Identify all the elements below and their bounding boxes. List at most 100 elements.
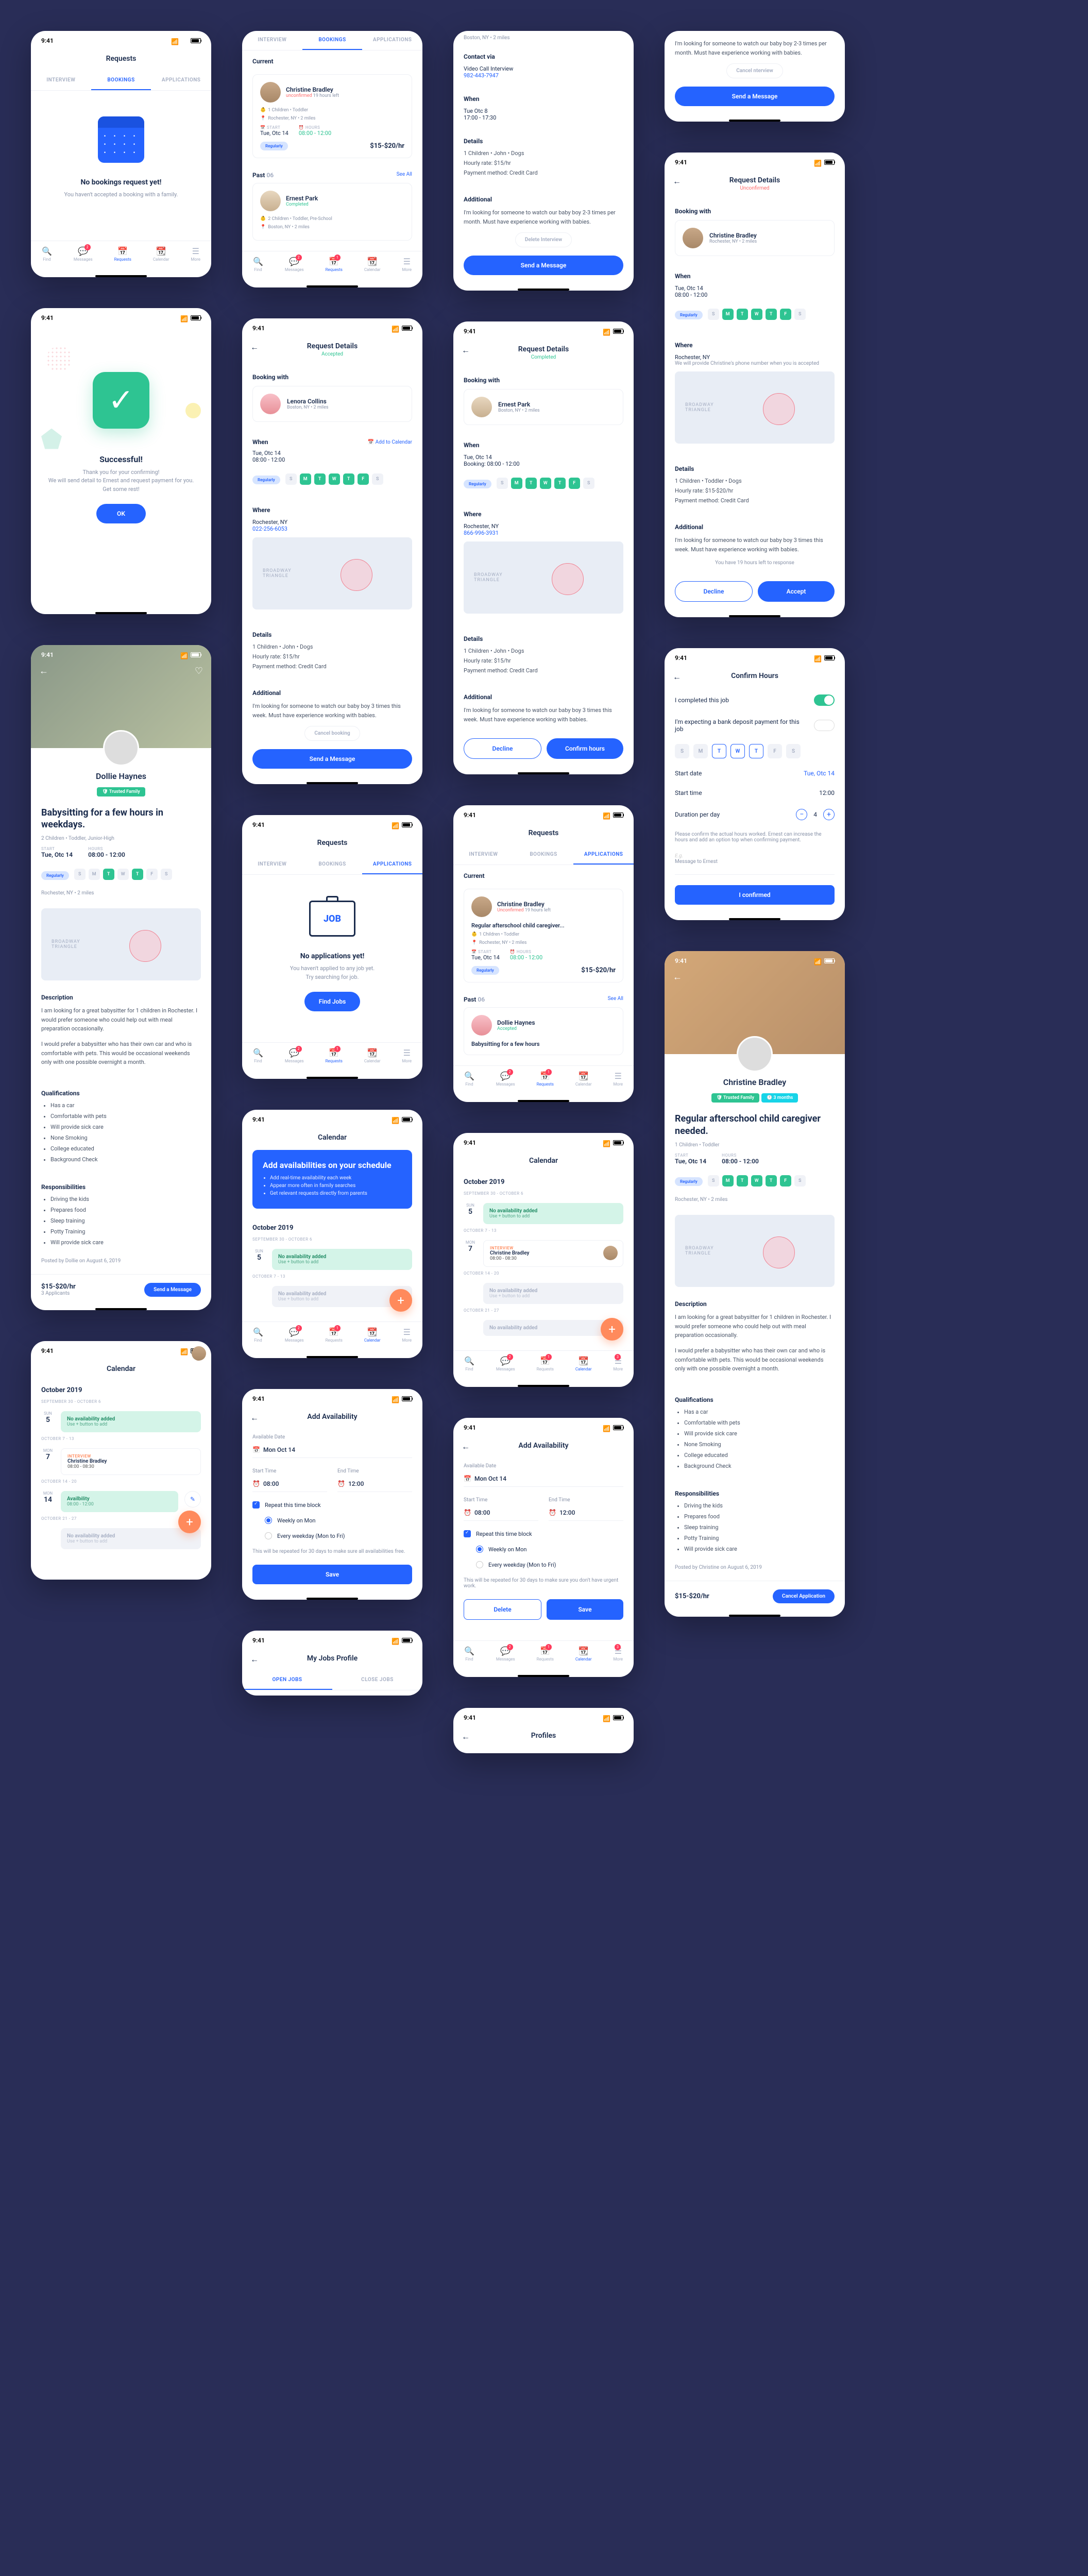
back-button[interactable]: ←: [250, 1413, 259, 1423]
nav-calendar[interactable]: 📆Calendar: [575, 1356, 592, 1371]
back-button[interactable]: ←: [673, 672, 681, 682]
nav-requests[interactable]: 📅Requests1: [537, 1646, 554, 1662]
minus-button[interactable]: −: [796, 809, 807, 820]
nav-find[interactable]: 🔍Find: [464, 1356, 474, 1371]
nav-messages[interactable]: 💬Messages2: [496, 1356, 515, 1371]
deposit-toggle[interactable]: [814, 720, 835, 731]
start-time-input[interactable]: ⏰ 08:00: [464, 1505, 538, 1521]
find-jobs-button[interactable]: Find Jobs: [304, 992, 361, 1011]
back-button[interactable]: ←: [673, 972, 682, 982]
days-selector[interactable]: SMTWTFS: [665, 739, 845, 764]
add-fab[interactable]: +: [389, 1289, 412, 1312]
date-input[interactable]: 📅 Mon Oct 14: [252, 1442, 412, 1458]
person-card[interactable]: Lenora CollinsBoston, NY • 2 miles: [252, 386, 412, 422]
nav-find[interactable]: 🔍Find: [42, 246, 52, 262]
completed-toggle[interactable]: [814, 694, 835, 706]
end-time-input[interactable]: ⏰ 12:00: [549, 1505, 623, 1521]
application-card[interactable]: Christine BradleyUnconfirmed 19 hours le…: [464, 889, 623, 982]
nav-requests[interactable]: 📅Requests1: [326, 257, 343, 272]
delete-button[interactable]: Delete: [464, 1599, 541, 1620]
send-message-button[interactable]: Send a Message: [144, 1283, 201, 1297]
nav-find[interactable]: 🔍Find: [464, 1646, 474, 1662]
nav-messages[interactable]: 💬Messages2: [285, 257, 304, 272]
decline-button[interactable]: Decline: [675, 581, 753, 602]
save-button[interactable]: Save: [252, 1565, 412, 1584]
weekly-radio[interactable]: [476, 1546, 483, 1553]
decline-button[interactable]: Decline: [464, 738, 541, 759]
see-all-link[interactable]: See All: [608, 996, 623, 1003]
person-card[interactable]: Christine BradleyRochester, NY • 2 miles: [675, 220, 835, 256]
nav-messages[interactable]: 💬Messages2: [285, 1327, 304, 1343]
tab-close-jobs[interactable]: CLOSE JOBS: [332, 1671, 422, 1690]
weekly-radio[interactable]: [265, 1517, 272, 1524]
nav-calendar[interactable]: 📆Calendar: [153, 246, 169, 262]
send-message-button[interactable]: Send a Message: [464, 256, 623, 275]
back-button[interactable]: ←: [462, 345, 470, 355]
tab-interview[interactable]: INTERVIEW: [31, 71, 91, 90]
back-button[interactable]: ←: [462, 1442, 470, 1452]
tab-applications[interactable]: APPLICATIONS: [362, 855, 422, 874]
favorite-button[interactable]: ♡: [195, 666, 203, 676]
cancel-booking-button[interactable]: Cancel booking: [304, 726, 360, 741]
nav-find[interactable]: 🔍Find: [464, 1071, 474, 1087]
back-button[interactable]: ←: [250, 1654, 259, 1665]
nav-find[interactable]: 🔍Find: [253, 1327, 263, 1343]
nav-messages[interactable]: 💬Messages2: [285, 1048, 304, 1063]
delete-interview-button[interactable]: Delete Interview: [515, 232, 572, 247]
weekday-radio[interactable]: [265, 1532, 272, 1539]
nav-more[interactable]: ☰More: [402, 1327, 412, 1343]
add-fab[interactable]: +: [178, 1511, 201, 1533]
nav-requests[interactable]: 📅Requests: [114, 246, 131, 262]
nav-requests[interactable]: 📅Requests1: [537, 1356, 554, 1371]
weekday-radio[interactable]: [476, 1561, 483, 1568]
person-card[interactable]: Ernest ParkBoston, NY • 2 miles: [464, 389, 623, 425]
nav-more[interactable]: ☰More: [402, 257, 412, 272]
nav-more[interactable]: ☰More: [614, 1071, 623, 1087]
nav-find[interactable]: 🔍Find: [253, 1048, 263, 1063]
date-input[interactable]: 📅 Mon Oct 14: [464, 1471, 623, 1487]
nav-requests[interactable]: 📅Requests1: [537, 1071, 554, 1087]
tab-applications[interactable]: APPLICATIONS: [151, 71, 211, 90]
map[interactable]: [675, 1215, 835, 1287]
accept-button[interactable]: Accept: [758, 581, 835, 602]
nav-calendar[interactable]: 📆Calendar: [575, 1071, 592, 1087]
end-time-input[interactable]: ⏰ 12:00: [337, 1476, 412, 1492]
save-button[interactable]: Save: [547, 1599, 623, 1620]
map[interactable]: [41, 908, 201, 980]
nav-calendar[interactable]: 📆Calendar: [364, 1048, 381, 1063]
nav-messages[interactable]: 💬Messages2: [496, 1646, 515, 1662]
edit-button[interactable]: ✎: [184, 1491, 201, 1507]
interview-slot[interactable]: INTERVIEW Christine Bradley 08:00 - 08:3…: [483, 1240, 623, 1267]
interview-slot[interactable]: INTERVIEW Christine Bradley 08:00 - 08:3…: [61, 1448, 201, 1475]
tab-interview[interactable]: INTERVIEW: [242, 855, 302, 874]
ok-button[interactable]: OK: [96, 504, 146, 523]
phone-link[interactable]: 866-996-3931: [464, 530, 623, 536]
availability-slot[interactable]: Availbility08:00 - 12:00: [61, 1491, 178, 1512]
send-message-button[interactable]: Send a Message: [252, 749, 412, 769]
map[interactable]: [464, 541, 623, 614]
nav-calendar[interactable]: 📆Calendar: [575, 1646, 592, 1662]
back-button[interactable]: ←: [39, 666, 48, 676]
tab-interview[interactable]: INTERVIEW: [242, 31, 302, 50]
add-to-calendar[interactable]: 📅 Add to Calendar: [368, 439, 412, 445]
tab-bookings[interactable]: BOOKINGS: [302, 31, 363, 50]
tab-open-jobs[interactable]: OPEN JOBS: [242, 1671, 332, 1690]
nav-requests[interactable]: 📅Requests1: [326, 1048, 343, 1063]
nav-messages[interactable]: 💬Messages2: [496, 1071, 515, 1087]
nav-more[interactable]: ☰More3: [614, 1646, 623, 1662]
booking-card[interactable]: Christine Bradleyunconfirmed 19 hours le…: [252, 74, 412, 158]
tab-applications[interactable]: APPLICATIONS: [573, 845, 634, 865]
back-button[interactable]: ←: [462, 1732, 470, 1742]
nav-calendar[interactable]: 📆Calendar: [364, 1327, 381, 1343]
tab-bookings[interactable]: BOOKINGS: [514, 845, 574, 865]
duration-stepper[interactable]: −4+: [796, 809, 835, 820]
nav-messages[interactable]: 💬Messages2: [74, 246, 93, 262]
repeat-checkbox[interactable]: [464, 1530, 471, 1537]
nav-more[interactable]: ☰More: [191, 246, 200, 262]
tab-bookings[interactable]: BOOKINGS: [302, 855, 363, 874]
see-all-link[interactable]: See All: [397, 172, 412, 179]
availability-slot[interactable]: No availability addedUse + button to add: [61, 1411, 201, 1432]
plus-button[interactable]: +: [823, 809, 835, 820]
phone-link[interactable]: 982-443-7947: [464, 72, 623, 79]
tab-interview[interactable]: INTERVIEW: [453, 845, 514, 865]
